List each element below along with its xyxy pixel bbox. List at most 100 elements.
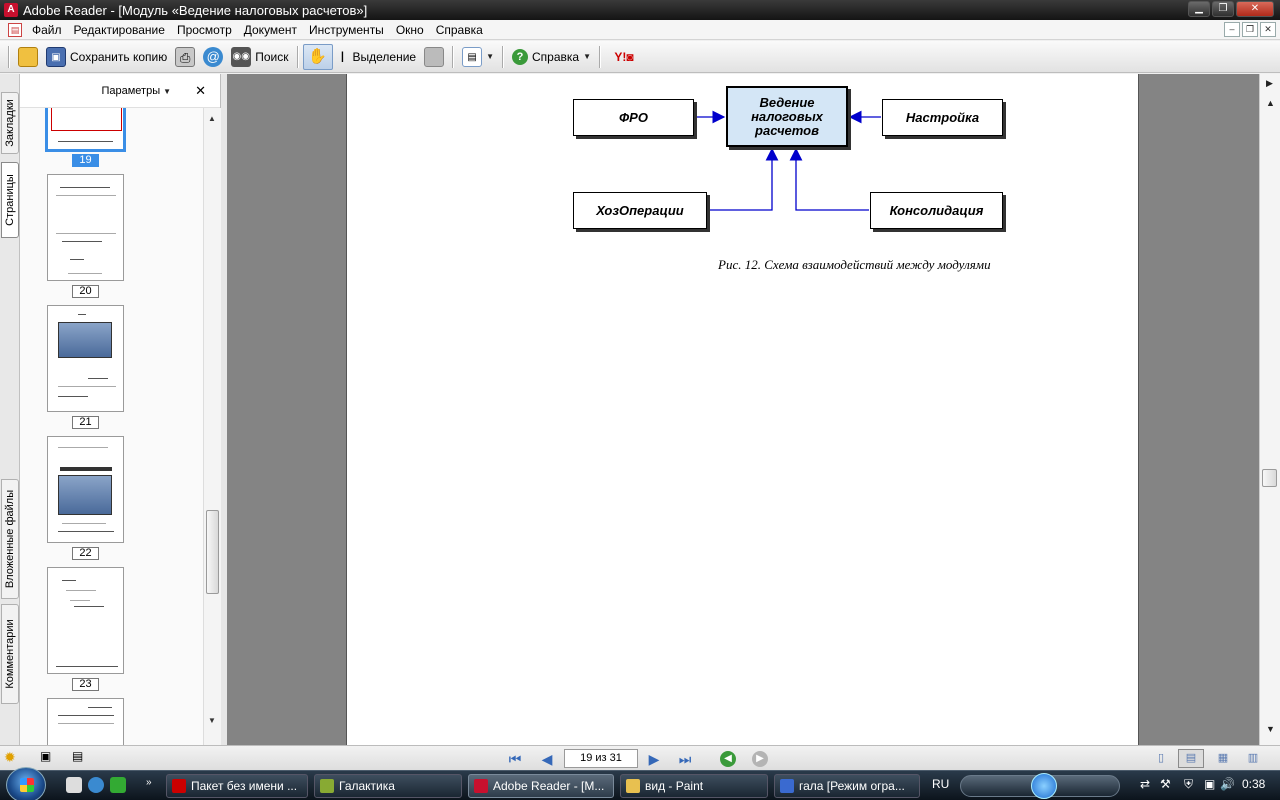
open-button[interactable]: [14, 44, 42, 70]
close-button[interactable]: ✕: [1236, 1, 1274, 17]
pages-panel-scrollbar[interactable]: ▲ ▼: [203, 108, 221, 745]
pages-panel-header: Параметры ▼ ✕: [20, 74, 220, 108]
tray-tools-icon[interactable]: ⚒: [1160, 777, 1171, 791]
browser-icon[interactable]: [88, 777, 104, 793]
snapshot-button[interactable]: [420, 44, 448, 70]
document-icon[interactable]: ▤: [8, 22, 22, 37]
navigation-tabs: Закладки Страницы Вложенные файлы Коммен…: [0, 74, 20, 745]
facing-view-button[interactable]: ▦: [1210, 749, 1236, 768]
node-ops: ХозОперации: [573, 192, 707, 229]
pages-icon: ▤: [462, 46, 483, 67]
options-label: Параметры: [101, 84, 161, 97]
options-menu[interactable]: Параметры ▼: [101, 85, 171, 97]
continuous-view-button[interactable]: ▤: [1178, 749, 1204, 768]
email-button[interactable]: @: [199, 44, 227, 70]
scroll-down-icon[interactable]: ▼: [208, 716, 216, 725]
doc-minimize-button[interactable]: –: [1224, 22, 1240, 37]
menu-file[interactable]: Файл: [26, 20, 68, 40]
search-label: Поиск: [255, 49, 289, 64]
print-button[interactable]: ⎙: [171, 44, 199, 70]
scroll-up-icon[interactable]: ▲: [208, 114, 216, 123]
page-thumbnail[interactable]: [45, 108, 126, 152]
quicklaunch-app-icon[interactable]: [110, 777, 126, 793]
quicklaunch-expand-icon[interactable]: »: [146, 777, 152, 788]
menu-tools[interactable]: Инструменты: [303, 20, 390, 40]
pages-panel: Параметры ▼ ✕ 19 20 21 22 23 ▲ ▼: [20, 74, 221, 745]
show-desktop-icon[interactable]: [66, 777, 82, 793]
tab-comments[interactable]: Комментарии: [1, 604, 19, 704]
media-player-controls[interactable]: [960, 773, 1120, 799]
taskbar-item[interactable]: Галактика: [314, 774, 462, 798]
page-size-icon[interactable]: ▣: [40, 749, 51, 763]
last-page-button[interactable]: ⏭: [676, 750, 694, 768]
thumbnail-screenshot: [58, 322, 112, 358]
scroll-down-icon[interactable]: ▼: [1266, 724, 1275, 734]
taskbar-item[interactable]: Пакет без имени ...: [166, 774, 308, 798]
thumbnail-list: 19 20 21 22 23: [20, 108, 203, 745]
menu-window[interactable]: Окно: [390, 20, 430, 40]
page-thumb-icon[interactable]: ▤: [72, 749, 83, 763]
taskbar-item-label: гала [Режим огра...: [799, 779, 905, 793]
page-number-label: 22: [72, 547, 99, 560]
hand-tool-button[interactable]: ✋: [302, 43, 333, 70]
taskbar-item[interactable]: Adobe Reader - [М...: [468, 774, 614, 798]
scrollbar-thumb[interactable]: [206, 510, 219, 594]
close-panel-icon[interactable]: ✕: [195, 83, 206, 99]
back-view-icon[interactable]: ◀: [720, 751, 736, 767]
continuous-facing-view-button[interactable]: ▥: [1240, 749, 1266, 768]
scroll-up-icon[interactable]: ▲: [1266, 98, 1275, 108]
tab-attachments[interactable]: Вложенные файлы: [1, 479, 19, 599]
tab-bookmarks-label: Закладки: [4, 99, 16, 147]
select-label: Выделение: [352, 49, 417, 64]
figure-caption: Рис. 12. Схема взаимодействий между моду…: [718, 257, 991, 272]
network-status-icon[interactable]: ▣: [1204, 777, 1215, 791]
page-thumbnail[interactable]: [47, 567, 124, 674]
clock[interactable]: 0:38: [1242, 777, 1265, 791]
menu-bar: ▤ Файл Редактирование Просмотр Документ …: [0, 20, 1280, 40]
toolbar-separator: [502, 45, 505, 68]
start-button[interactable]: [6, 767, 46, 800]
page-number-label: 19: [72, 154, 99, 167]
taskbar-item[interactable]: вид - Paint: [620, 774, 768, 798]
scroll-right-icon[interactable]: ▶: [1266, 78, 1273, 89]
scrollbar-thumb[interactable]: [1262, 469, 1277, 487]
page-thumbnail[interactable]: [47, 305, 124, 412]
search-button[interactable]: ◉◉ Поиск: [227, 44, 292, 70]
camera-icon: [424, 46, 445, 67]
taskbar-item[interactable]: гала [Режим огра...: [774, 774, 920, 798]
menu-document[interactable]: Документ: [238, 20, 303, 40]
menu-edit[interactable]: Редактирование: [68, 20, 171, 40]
tab-bookmarks[interactable]: Закладки: [1, 92, 19, 154]
window-title: Adobe Reader - [Модуль «Ведение налоговы…: [23, 2, 368, 18]
single-page-view-button[interactable]: ▯: [1148, 749, 1174, 768]
language-indicator[interactable]: RU: [932, 777, 949, 791]
forward-view-icon[interactable]: ▶: [752, 751, 768, 767]
page-number-input[interactable]: 19 из 31: [564, 749, 638, 768]
tab-pages[interactable]: Страницы: [1, 162, 19, 238]
doc-close-button[interactable]: ✕: [1260, 22, 1276, 37]
menu-view[interactable]: Просмотр: [171, 20, 238, 40]
save-copy-button[interactable]: ▣ Сохранить копию: [42, 44, 171, 70]
volume-icon[interactable]: 🔊: [1220, 777, 1235, 791]
maximize-button[interactable]: ❐: [1212, 1, 1234, 17]
minimize-button[interactable]: ▁: [1188, 1, 1210, 17]
security-icon[interactable]: ⛨: [1184, 777, 1193, 792]
help-button[interactable]: ? Справка ▼: [508, 44, 595, 70]
select-tool-button[interactable]: Ⅰ Выделение: [333, 44, 421, 70]
page-layout-button[interactable]: ▤ ▼: [458, 44, 498, 70]
menu-help[interactable]: Справка: [430, 20, 489, 40]
yahoo-toolbar-button[interactable]: Y!◙: [605, 44, 643, 70]
document-scrollbar[interactable]: ▶ ▲ ▼: [1259, 74, 1280, 745]
first-page-button[interactable]: ⏮: [506, 750, 524, 768]
network-icon[interactable]: ⇄: [1140, 777, 1150, 791]
gear-icon[interactable]: ✹: [4, 749, 16, 766]
page-thumbnail[interactable]: [47, 174, 124, 281]
page-thumbnail[interactable]: [47, 436, 124, 543]
doc-restore-button[interactable]: ❐: [1242, 22, 1258, 37]
page-thumbnail[interactable]: [47, 698, 124, 745]
next-page-button[interactable]: ▶: [645, 750, 663, 768]
adobe-reader-icon: [474, 779, 488, 793]
pdf-page: ФРО Ведение налоговых расчетов Настройка…: [346, 74, 1139, 745]
play-icon[interactable]: [1031, 773, 1057, 799]
previous-page-button[interactable]: ◀: [538, 750, 556, 768]
